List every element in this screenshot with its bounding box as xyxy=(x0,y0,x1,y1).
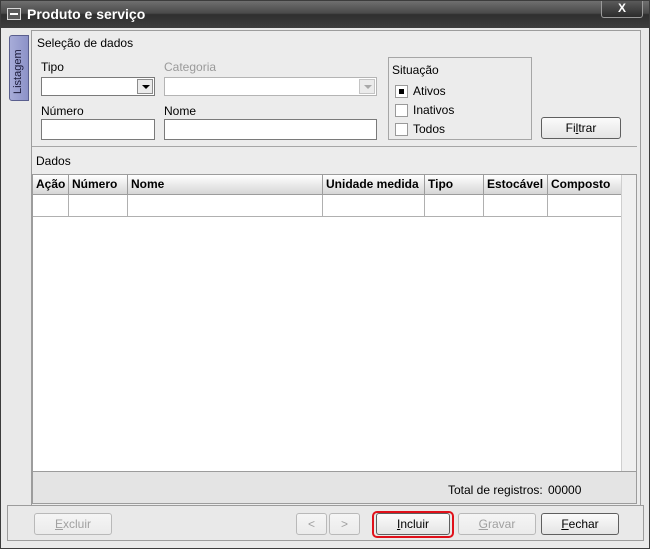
col-estocavel[interactable]: Estocável xyxy=(484,175,548,195)
cell-unidade-medida[interactable] xyxy=(323,195,425,217)
excluir-mnemonic: E xyxy=(54,517,63,531)
cell-numero[interactable] xyxy=(69,195,128,217)
categoria-select xyxy=(164,77,377,96)
col-tipo[interactable]: Tipo xyxy=(425,175,484,195)
situacao-ativos-label: Ativos xyxy=(413,84,446,98)
chevron-right-icon: > xyxy=(340,517,348,531)
close-button[interactable]: X xyxy=(601,1,643,18)
selection-group-title: Seleção de dados xyxy=(37,36,134,50)
col-unidade-medida[interactable]: Unidade medida xyxy=(323,175,425,195)
total-records-label: Total de registros: xyxy=(448,483,543,497)
numero-label: Número xyxy=(41,104,84,118)
data-section-title: Dados xyxy=(36,154,71,168)
nome-field[interactable] xyxy=(164,119,377,140)
chevron-down-icon[interactable] xyxy=(137,79,153,94)
situacao-inativos-checkbox[interactable] xyxy=(395,104,408,117)
table-row[interactable] xyxy=(33,195,622,217)
filter-button-label-b: trar xyxy=(578,121,597,135)
table-header: Ação Número Nome Unidade medida Tipo Est… xyxy=(33,175,622,195)
situacao-ativos-checkbox[interactable] xyxy=(395,85,408,98)
tab-listagem-label: Listagem xyxy=(12,49,24,94)
gravar-label: ravar xyxy=(488,517,516,531)
filter-button-label-a: Fi xyxy=(565,121,576,135)
tipo-label: Tipo xyxy=(41,60,64,74)
cell-tipo[interactable] xyxy=(425,195,484,217)
filter-button[interactable]: Filtrar xyxy=(541,117,621,139)
gravar-mnemonic: G xyxy=(478,517,488,531)
nome-label: Nome xyxy=(164,104,197,118)
gravar-button[interactable]: Gravar xyxy=(458,513,536,535)
tipo-select[interactable] xyxy=(41,77,155,96)
situacao-group: Situação Ativos Inativos Todos xyxy=(388,57,532,140)
selection-group: Seleção de dados Tipo Categoria Número N… xyxy=(32,31,637,147)
situacao-todos-checkbox[interactable] xyxy=(395,123,408,136)
total-records-value: 00000 xyxy=(548,483,582,497)
incluir-highlight xyxy=(372,511,454,538)
table-scrollbar[interactable] xyxy=(621,175,636,471)
categoria-label: Categoria xyxy=(164,60,217,74)
col-composto[interactable]: Composto xyxy=(548,175,622,195)
col-numero[interactable]: Número xyxy=(69,175,128,195)
excluir-label: xcluir xyxy=(63,517,92,531)
situacao-todos-label: Todos xyxy=(413,122,446,136)
tab-listagem[interactable]: Listagem xyxy=(9,35,29,101)
fechar-button[interactable]: Fechar xyxy=(541,513,619,535)
system-menu-icon[interactable] xyxy=(7,8,21,20)
cell-nome[interactable] xyxy=(128,195,323,217)
main-panel: Seleção de dados Tipo Categoria Número N… xyxy=(31,30,641,506)
product-service-window: Produto e serviço X Listagem Seleção de … xyxy=(0,0,650,549)
chevron-down-icon xyxy=(359,79,375,94)
fechar-mnemonic: F xyxy=(561,517,569,531)
cell-estocavel[interactable] xyxy=(484,195,548,217)
numero-field[interactable] xyxy=(41,119,155,140)
status-bar: Total de registros: 00000 xyxy=(32,472,637,504)
prev-button[interactable]: < xyxy=(296,513,327,535)
data-table[interactable]: Ação Número Nome Unidade medida Tipo Est… xyxy=(32,174,637,472)
title-bar[interactable]: Produto e serviço X xyxy=(1,1,649,28)
col-nome[interactable]: Nome xyxy=(128,175,323,195)
situacao-inativos-label: Inativos xyxy=(413,103,455,117)
excluir-button[interactable]: Excluir xyxy=(34,513,112,535)
fechar-label: echar xyxy=(568,517,599,531)
col-acao[interactable]: Ação xyxy=(33,175,69,195)
window-title: Produto e serviço xyxy=(27,6,146,22)
cell-acao[interactable] xyxy=(33,195,69,217)
cell-composto[interactable] xyxy=(548,195,622,217)
chevron-left-icon: < xyxy=(307,517,315,531)
next-button[interactable]: > xyxy=(329,513,360,535)
situacao-title: Situação xyxy=(392,63,439,77)
